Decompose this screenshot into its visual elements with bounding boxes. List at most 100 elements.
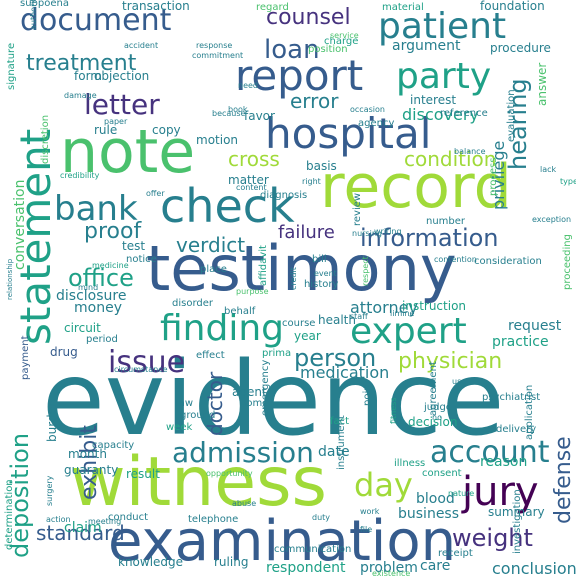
cloud-word-procedure: procedure (490, 41, 551, 55)
cloud-word-test: test (122, 239, 145, 253)
cloud-word-meeting: meeting (88, 517, 121, 526)
cloud-word-need: need (238, 81, 258, 90)
cloud-word-commitment: commitment (192, 51, 243, 60)
cloud-word-no: no (432, 413, 442, 422)
cloud-word-number: number (426, 216, 466, 227)
cloud-word-disorder: disorder (172, 298, 214, 309)
cloud-word-diagnosis: diagnosis (260, 190, 307, 201)
cloud-word-result: result (126, 467, 160, 481)
cloud-word-ground: ground (180, 410, 215, 421)
cloud-word-work: work (360, 507, 380, 516)
cloud-word-ruling: ruling (214, 555, 248, 569)
cloud-word-party: party (396, 56, 491, 97)
cloud-word-receipt: receipt (438, 548, 473, 559)
cloud-word-occasion: occasion (350, 105, 385, 114)
cloud-word-communication: communication (274, 544, 351, 555)
cloud-word-verdict: verdict (176, 233, 245, 257)
cloud-word-period: period (86, 334, 118, 345)
cloud-word-credit: credit (289, 267, 298, 290)
cloud-word-respondent: respondent (266, 560, 346, 576)
cloud-word-response: response (196, 41, 232, 50)
cloud-word-right: right (302, 177, 321, 186)
cloud-word-consideration: consideration (474, 256, 542, 267)
cloud-word-signature: signature (6, 43, 17, 90)
cloud-word-conclusion: conclusion (492, 559, 576, 576)
cloud-word-mind: mind (78, 283, 98, 292)
cloud-word-payment: payment (20, 335, 31, 380)
cloud-word-purpose: purpose (236, 287, 269, 296)
cloud-word-determination: determination (4, 479, 15, 550)
cloud-word-affidavit: affidavit (258, 245, 269, 286)
cloud-word-finding: finding (160, 308, 284, 349)
cloud-word-reason: reason (480, 454, 527, 470)
cloud-word-authority: authority (29, 0, 38, 30)
cloud-word-doctor: doctor (203, 371, 227, 436)
cloud-word-file: file (360, 525, 372, 534)
cloud-word-instrument: instrument (336, 415, 347, 470)
cloud-word-behalf: behalf (224, 306, 256, 317)
cloud-word-agency: agency (358, 118, 394, 129)
cloud-word-bill: bill (312, 254, 327, 265)
cloud-word-effect: effect (196, 350, 225, 361)
cloud-word-reference: reference (440, 108, 488, 119)
cloud-word-offer: offer (146, 189, 165, 198)
cloud-word-circumstance: circumstance (114, 365, 168, 374)
cloud-word-service: service (330, 31, 359, 40)
cloud-word-accident: accident (124, 41, 158, 50)
cloud-word-type: type (560, 177, 576, 186)
cloud-word-review: review (352, 193, 363, 226)
cloud-word-copy: copy (152, 123, 181, 137)
cloud-word-prima: prima (262, 348, 291, 359)
cloud-word-emergency: emergency (260, 360, 271, 416)
cloud-word-day: day (354, 466, 413, 504)
cloud-word-duty: duty (312, 513, 330, 522)
cloud-word-because: because (212, 109, 246, 118)
cloud-word-care: care (420, 558, 450, 574)
cloud-word-foundation: foundation (480, 0, 545, 13)
cloud-word-content: content (236, 183, 267, 192)
cloud-word-material: material (382, 2, 424, 13)
cloud-word-history: history (304, 279, 338, 290)
cloud-word-issue: issue (108, 345, 185, 380)
cloud-word-money: money (74, 300, 122, 316)
cloud-word-staff: staff (350, 312, 368, 321)
cloud-word-consent: consent (422, 468, 462, 479)
cloud-word-position: position (308, 44, 348, 55)
cloud-word-event: event (314, 269, 337, 278)
cloud-word-year: year (294, 329, 321, 343)
cloud-word-action: action (46, 515, 71, 524)
cloud-word-respect: respect (361, 256, 370, 286)
cloud-word-practice: practice (492, 334, 549, 350)
cloud-word-admission: admission (172, 436, 314, 469)
word-cloud-canvas: evidence testimony witness record examinatio… (0, 0, 576, 576)
cloud-word-request: request (508, 318, 562, 334)
cloud-word-subpoena: subpoena (20, 0, 69, 9)
cloud-word-capacity: capacity (92, 440, 134, 451)
cloud-word-favor: favor (244, 109, 275, 123)
cloud-word-guaranty: guaranty (64, 463, 118, 477)
cloud-word-proceeding: proceeding (562, 234, 573, 290)
cloud-word-writing: writing (374, 227, 402, 236)
cloud-word-conversation: conversation (12, 180, 28, 270)
cloud-word-agreement: agreement (428, 361, 439, 416)
cloud-word-evaluation: evaluation (506, 89, 517, 142)
cloud-word-paper: paper (104, 117, 128, 126)
cloud-word-motion: motion (196, 133, 238, 147)
cloud-word-contention: contention (434, 255, 477, 264)
cloud-word-process: process (488, 158, 499, 196)
cloud-word-basis: basis (306, 159, 337, 173)
cloud-word-law: law (176, 398, 193, 409)
cloud-word-relationship: relationship (6, 258, 14, 300)
cloud-word-investigation: investigation (512, 489, 523, 554)
cloud-word-opportunity: opportunity (206, 469, 253, 478)
cloud-word-balance: balance (454, 147, 486, 156)
cloud-word-notice: notice (126, 254, 157, 265)
cloud-word-drug: drug (50, 345, 78, 359)
cloud-word-defense: defense (551, 436, 576, 524)
cloud-word-medicine: medicine (92, 261, 129, 270)
cloud-word-regard: regard (256, 2, 289, 13)
cloud-word-failure: failure (278, 222, 335, 243)
cloud-word-knowledge: knowledge (118, 555, 183, 569)
cloud-word-burden: burden (45, 399, 59, 442)
cloud-word-argument: argument (392, 38, 461, 54)
